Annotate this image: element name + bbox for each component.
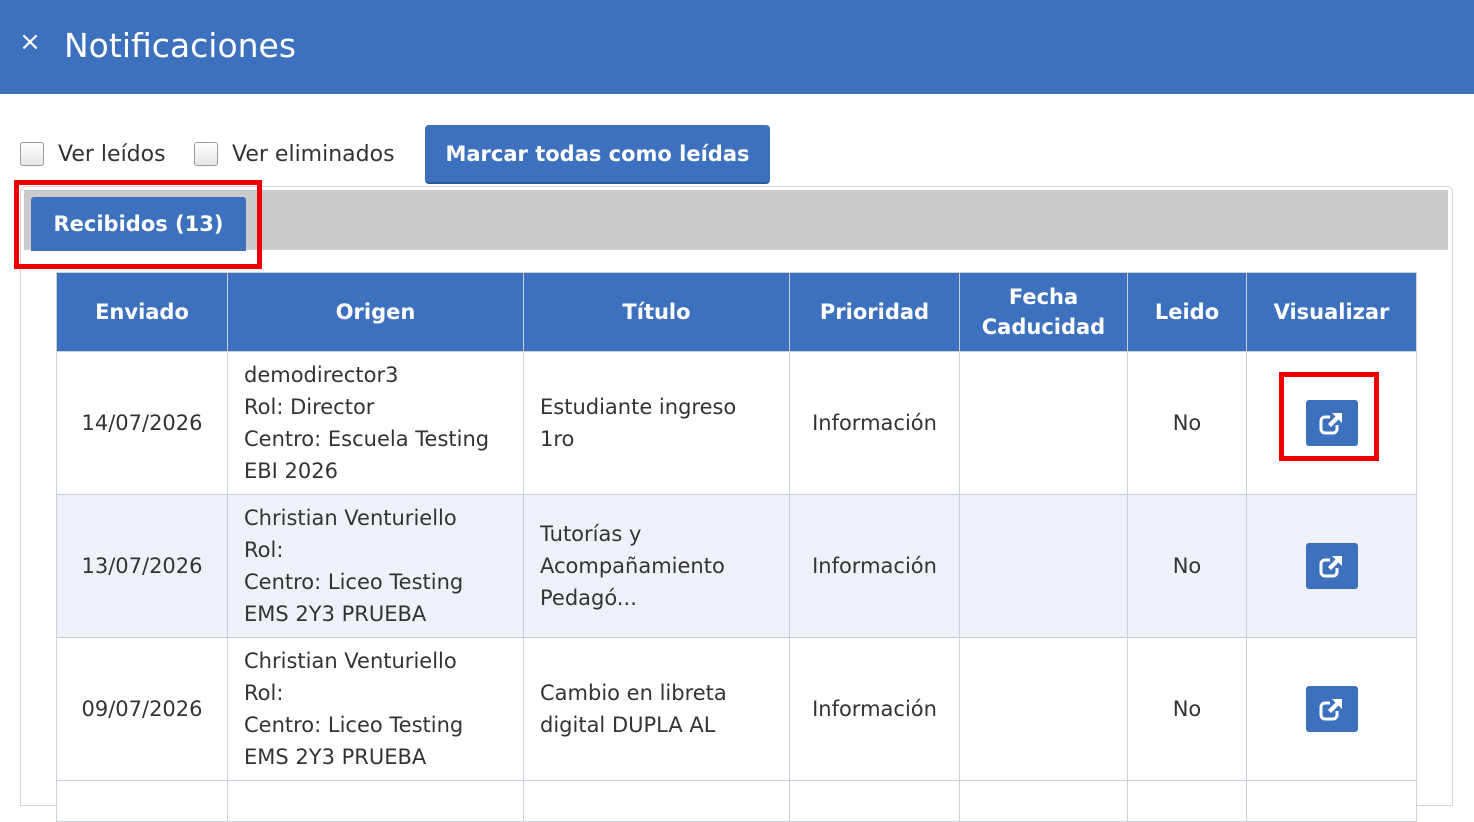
ver-eliminados-checkbox[interactable]: Ver eliminados (194, 139, 395, 169)
cell-expiry (959, 494, 1128, 638)
column-header-origen[interactable]: Origen (227, 272, 524, 352)
close-icon[interactable]: × (17, 22, 43, 62)
cell-title: Cambio en libreta digital DUPLA AL (523, 637, 790, 781)
cell-title: Estudiante ingreso 1ro (523, 351, 790, 495)
cell-title: Tutorías y Acompañamiento Pedagó... (523, 494, 790, 638)
checkbox-icon[interactable] (194, 142, 218, 166)
table-row[interactable]: 14/07/2026 demodirector3 Rol: Director C… (56, 351, 1417, 495)
title-line: Acompañamiento (540, 554, 725, 578)
cell-sent: 09/07/2026 (56, 637, 228, 781)
view-button[interactable] (1305, 686, 1358, 732)
cell-read: No (1127, 637, 1247, 781)
view-button[interactable] (1305, 543, 1358, 589)
origin-name: Christian Venturiello (244, 506, 457, 530)
cell-view (1246, 351, 1417, 495)
cell-origin: Christian Venturiello Rol: Centro: Liceo… (227, 637, 524, 781)
cell-read: No (1127, 494, 1247, 638)
column-header-titulo[interactable]: Título (523, 272, 790, 352)
ver-leidos-label: Ver leídos (58, 141, 166, 167)
cell-view (1246, 637, 1417, 781)
origin-role: Rol: Director (244, 395, 375, 419)
title-line: Pedagó... (540, 586, 637, 610)
cell-sent: 13/07/2026 (56, 494, 228, 638)
title-line: Tutorías y (540, 522, 642, 546)
title-line: 1ro (540, 427, 575, 451)
title-line: Estudiante ingreso (540, 395, 737, 419)
external-link-icon (1319, 412, 1343, 435)
title-line: digital DUPLA AL (540, 713, 716, 737)
table-header-row: Enviado Origen Título Prioridad Fecha Ca… (56, 272, 1417, 352)
ver-leidos-checkbox[interactable]: Ver leídos (20, 139, 166, 169)
origin-center: Centro: Escuela Testing (244, 427, 490, 451)
external-link-icon (1319, 698, 1343, 721)
notifications-table: Enviado Origen Título Prioridad Fecha Ca… (56, 272, 1417, 822)
cell-origin: demodirector3 Rol: Director Centro: Escu… (227, 351, 524, 495)
cell-expiry (959, 637, 1128, 781)
cell-priority: Información (789, 494, 960, 638)
origin-role: Rol: (244, 681, 284, 705)
cell-read: No (1127, 351, 1247, 495)
column-header-leido[interactable]: Leido (1127, 272, 1247, 352)
mark-all-read-button[interactable]: Marcar todas como leídas (425, 125, 770, 184)
checkbox-icon[interactable] (20, 142, 44, 166)
column-header-prioridad[interactable]: Prioridad (789, 272, 960, 352)
column-header-fecha-caducidad[interactable]: Fecha Caducidad (959, 272, 1128, 352)
cell-view (1246, 494, 1417, 638)
origin-name: Christian Venturiello (244, 649, 457, 673)
origin-name: demodirector3 (244, 363, 399, 387)
title-line: Cambio en libreta (540, 681, 727, 705)
origin-role: Rol: (244, 538, 284, 562)
origin-center-detail: EMS 2Y3 PRUEBA (244, 602, 427, 626)
view-button[interactable] (1305, 400, 1358, 446)
external-link-icon (1319, 555, 1343, 578)
cell-origin: Christian Venturiello Rol: Centro: Liceo… (227, 494, 524, 638)
column-header-enviado[interactable]: Enviado (56, 272, 228, 352)
cell-priority: Información (789, 351, 960, 495)
column-header-visualizar[interactable]: Visualizar (1246, 272, 1417, 352)
page-title: Notificaciones (64, 26, 297, 65)
table-row[interactable]: 13/07/2026 Christian Venturiello Rol: Ce… (56, 494, 1417, 638)
origin-center: Centro: Liceo Testing (244, 570, 464, 594)
tab-recibidos[interactable]: Recibidos (13) (31, 197, 246, 251)
origin-center-detail: EBI 2026 (244, 459, 338, 483)
cell-priority: Información (789, 637, 960, 781)
cell-sent: 14/07/2026 (56, 351, 228, 495)
ver-eliminados-label: Ver eliminados (232, 141, 395, 167)
origin-center-detail: EMS 2Y3 PRUEBA (244, 745, 427, 769)
app-header: × Notificaciones (0, 0, 1474, 94)
table-row[interactable]: 09/07/2026 Christian Venturiello Rol: Ce… (56, 637, 1417, 781)
origin-center: Centro: Liceo Testing (244, 713, 464, 737)
cell-expiry (959, 351, 1128, 495)
